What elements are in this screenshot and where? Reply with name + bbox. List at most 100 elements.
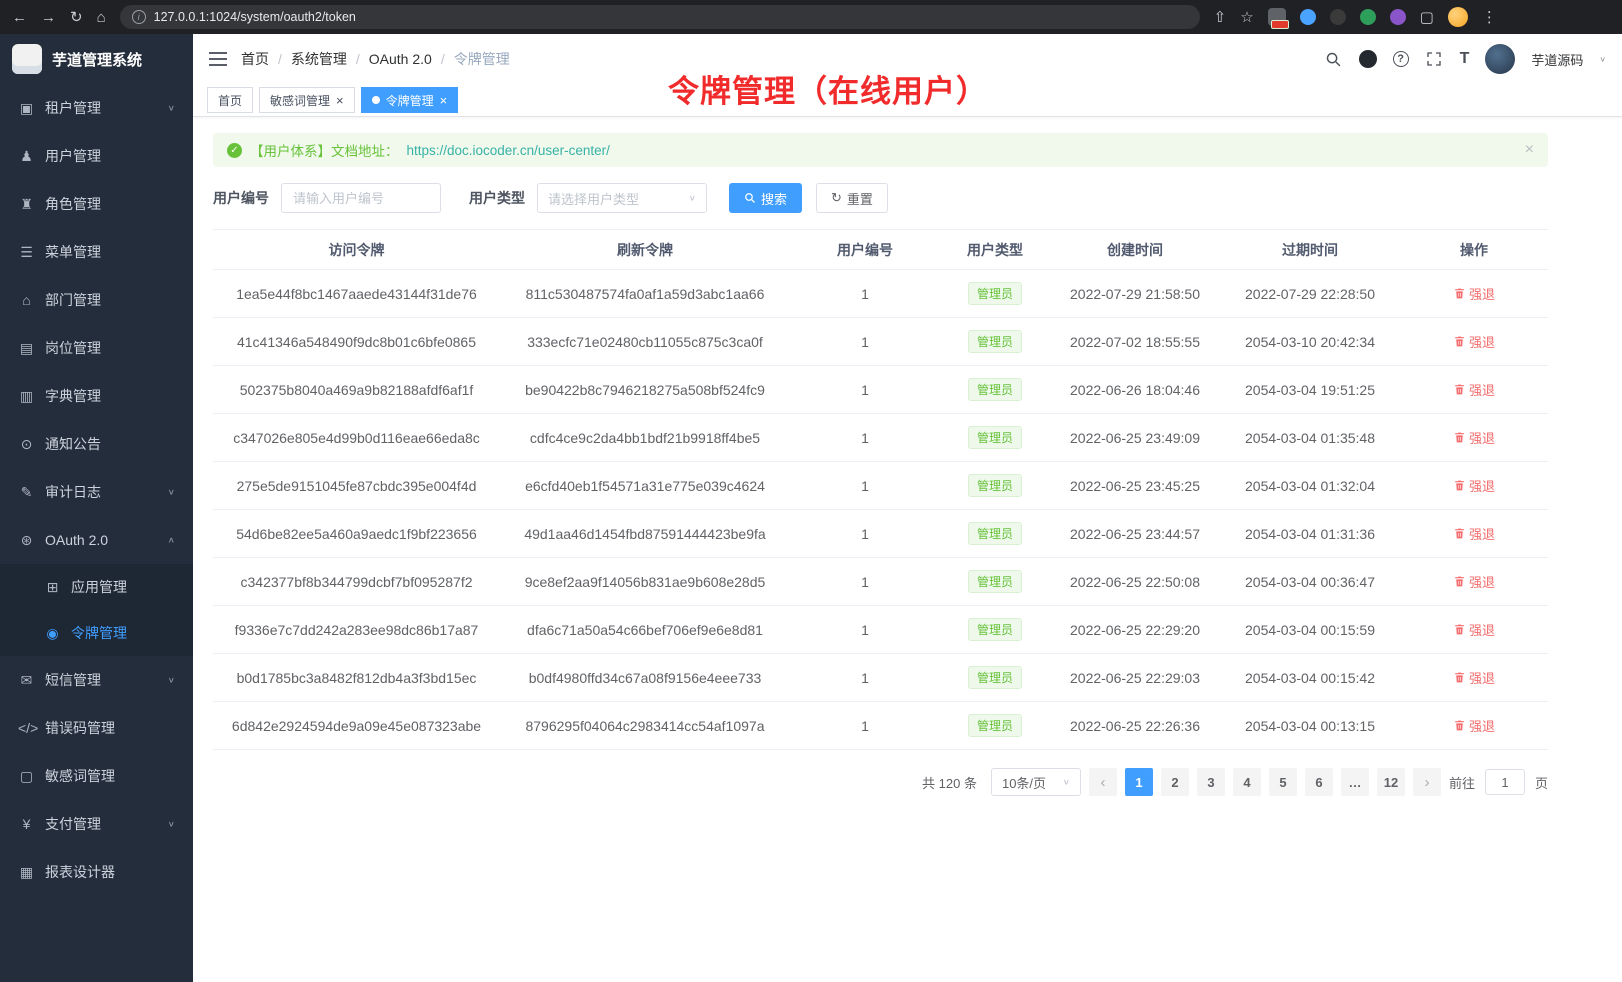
column-header: 操作 [1400,230,1548,270]
expire-time-cell: 2054-03-04 00:36:47 [1220,558,1400,606]
user-type-placeholder: 请选择用户类型 [548,189,639,208]
force-logout-link[interactable]: 强退 [1453,572,1495,591]
side-panel-icon[interactable]: ▢ [1420,10,1434,25]
fullscreen-icon[interactable] [1425,50,1444,69]
force-logout-link[interactable]: 强退 [1453,428,1495,447]
force-logout-link[interactable]: 强退 [1453,476,1495,495]
page-button[interactable]: 6 [1305,768,1333,796]
sidebar-item-role[interactable]: ♜角色管理 [0,180,193,228]
sidebar-item-label: 菜单管理 [45,242,101,262]
trash-icon [1453,671,1466,684]
page-size-select[interactable]: 10条/页 ∨ [991,768,1081,796]
user-id-cell: 1 [790,654,940,702]
address-bar[interactable]: i 127.0.0.1:1024/system/oauth2/token [120,5,1200,29]
force-logout-link[interactable]: 强退 [1453,620,1495,639]
share-icon[interactable]: ⇧ [1214,10,1227,25]
page-button[interactable]: 5 [1269,768,1297,796]
back-icon[interactable]: ← [12,10,27,25]
forward-icon[interactable]: → [41,10,56,25]
close-icon[interactable]: × [440,94,448,107]
goto-unit-label: 页 [1535,773,1548,792]
home-icon[interactable]: ⌂ [97,10,106,25]
page-button[interactable]: 3 [1197,768,1225,796]
force-logout-link[interactable]: 强退 [1453,668,1495,687]
breadcrumb-item[interactable]: 令牌管理 [454,49,510,69]
user-type-select[interactable]: 请选择用户类型 ∨ [537,183,707,213]
reload-icon[interactable]: ↻ [70,10,83,25]
force-logout-link[interactable]: 强退 [1453,524,1495,543]
sidebar-item-dept[interactable]: ⌂部门管理 [0,276,193,324]
sidebar-item-menu[interactable]: ☰菜单管理 [0,228,193,276]
sidebar-item-notice[interactable]: ⊙通知公告 [0,420,193,468]
prev-page-button[interactable]: ‹ [1089,768,1117,796]
search-button[interactable]: 搜索 [729,183,802,213]
page-button[interactable]: 2 [1161,768,1189,796]
collapse-sidebar-icon[interactable] [209,51,227,67]
user-type-badge: 管理员 [968,714,1022,737]
sidebar-item-user[interactable]: ♟用户管理 [0,132,193,180]
force-logout-link[interactable]: 强退 [1453,716,1495,735]
browser-profile-avatar[interactable] [1448,7,1468,27]
user-id-input[interactable] [281,183,441,213]
alert-close-icon[interactable]: × [1525,141,1534,159]
sidebar-item-oauth2-application[interactable]: ⊞应用管理 [0,564,193,610]
extensions-puzzle-icon[interactable] [1390,9,1406,25]
sidebar-item-oauth2-token[interactable]: ◉令牌管理 [0,610,193,656]
expire-time-cell: 2054-03-04 01:32:04 [1220,462,1400,510]
github-icon[interactable] [1359,50,1377,68]
action-cell: 强退 [1400,414,1548,462]
breadcrumb-item[interactable]: 系统管理 [291,49,347,69]
sidebar-item-report-designer[interactable]: ▦报表设计器 [0,848,193,896]
page-button[interactable]: 12 [1377,768,1405,796]
force-logout-link[interactable]: 强退 [1453,380,1495,399]
sidebar-item-sms[interactable]: ✉短信管理∨ [0,656,193,704]
sidebar-item-sensitive-word[interactable]: ▢敏感词管理 [0,752,193,800]
oauth-icon: ⊛ [18,532,35,549]
force-logout-link[interactable]: 强退 [1453,284,1495,303]
extension-icon[interactable] [1330,9,1346,25]
sidebar-item-dict[interactable]: ▥字典管理 [0,372,193,420]
extension-icon[interactable] [1300,9,1316,25]
sidebar-item-oauth2[interactable]: ⊛OAuth 2.0∧ [0,516,193,564]
sidebar-item-tenant[interactable]: ▣租户管理∨ [0,84,193,132]
breadcrumb-item[interactable]: OAuth 2.0 [369,51,432,67]
user-type-cell: 管理员 [940,366,1050,414]
page-button[interactable]: 4 [1233,768,1261,796]
sidebar-item-pay[interactable]: ¥支付管理∨ [0,800,193,848]
sidebar-item-error-code[interactable]: </>错误码管理 [0,704,193,752]
refresh-token-cell: 8796295f04064c2983414cc54af1097a [500,702,790,750]
user-name[interactable]: 芋道源码 [1531,50,1583,69]
table-row: c342377bf8b344799dcbf7bf095287f29ce8ef2a… [213,558,1548,606]
tab[interactable]: 首页 [207,87,253,113]
create-time-cell: 2022-07-29 21:58:50 [1050,270,1220,318]
extension-badged-icon[interactable] [1268,8,1286,26]
alert-doc-link[interactable]: https://doc.iocoder.cn/user-center/ [407,143,610,158]
user-id-cell: 1 [790,702,940,750]
tab[interactable]: 令牌管理× [361,87,459,113]
page-ellipsis-button[interactable]: … [1341,768,1369,796]
breadcrumb-item[interactable]: 首页 [241,49,269,69]
next-page-button[interactable]: › [1413,768,1441,796]
sidebar-item-audit-log[interactable]: ✎审计日志∨ [0,468,193,516]
force-logout-label: 强退 [1469,716,1495,735]
bookmark-star-icon[interactable]: ☆ [1240,10,1253,25]
search-icon[interactable] [1324,50,1343,69]
user-id-cell: 1 [790,510,940,558]
force-logout-link[interactable]: 强退 [1453,332,1495,351]
extension-icon[interactable] [1360,9,1376,25]
site-info-icon[interactable]: i [132,10,146,24]
font-size-icon[interactable]: T [1460,50,1470,68]
user-avatar[interactable] [1485,44,1515,74]
action-cell: 强退 [1400,318,1548,366]
page-header: 首页/系统管理/OAuth 2.0/令牌管理 ? T 芋道源码 ∨ [193,34,1622,84]
browser-menu-icon[interactable]: ⋮ [1482,10,1497,25]
app-logo[interactable]: 芋道管理系统 [0,34,193,84]
page-button[interactable]: 1 [1125,768,1153,796]
tab[interactable]: 敏感词管理× [259,87,355,113]
help-icon[interactable]: ? [1393,51,1409,67]
goto-page-input[interactable] [1485,769,1525,795]
reset-button[interactable]: ↻ 重置 [816,183,888,213]
close-icon[interactable]: × [336,94,344,107]
sidebar-item-post[interactable]: ▤岗位管理 [0,324,193,372]
table-row: b0d1785bc3a8482f812db4a3f3bd15ecb0df4980… [213,654,1548,702]
